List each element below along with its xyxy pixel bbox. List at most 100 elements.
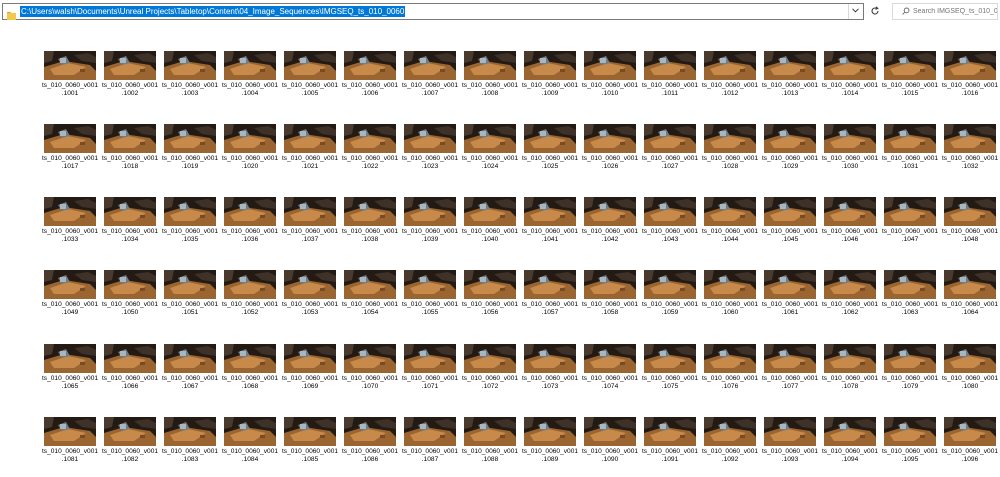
image-thumbnail[interactable] bbox=[824, 270, 876, 299]
file-item[interactable]: ts_010_0060_v001.1095 bbox=[882, 417, 938, 477]
image-thumbnail[interactable] bbox=[164, 417, 216, 446]
image-thumbnail[interactable] bbox=[284, 51, 336, 80]
file-item[interactable]: ts_010_0060_v001.1030 bbox=[822, 124, 878, 184]
file-item[interactable]: ts_010_0060_v001.1049 bbox=[42, 270, 98, 330]
file-item[interactable]: ts_010_0060_v001.1041 bbox=[522, 197, 578, 257]
file-item[interactable]: ts_010_0060_v001.1022 bbox=[342, 124, 398, 184]
file-item[interactable]: ts_010_0060_v001.1023 bbox=[402, 124, 458, 184]
image-thumbnail[interactable] bbox=[884, 124, 936, 153]
image-thumbnail[interactable] bbox=[524, 270, 576, 299]
image-thumbnail[interactable] bbox=[524, 124, 576, 153]
image-thumbnail[interactable] bbox=[944, 124, 996, 153]
address-dropdown-button[interactable] bbox=[848, 4, 863, 19]
file-item[interactable]: ts_010_0060_v001.1091 bbox=[642, 417, 698, 477]
image-thumbnail[interactable] bbox=[884, 51, 936, 80]
image-thumbnail[interactable] bbox=[704, 124, 756, 153]
file-item[interactable]: ts_010_0060_v001.1059 bbox=[642, 270, 698, 330]
image-thumbnail[interactable] bbox=[764, 51, 816, 80]
image-thumbnail[interactable] bbox=[824, 124, 876, 153]
image-thumbnail[interactable] bbox=[884, 344, 936, 373]
file-item[interactable]: ts_010_0060_v001.1074 bbox=[582, 344, 638, 404]
file-item[interactable]: ts_010_0060_v001.1018 bbox=[102, 124, 158, 184]
file-item[interactable]: ts_010_0060_v001.1084 bbox=[222, 417, 278, 477]
file-item[interactable]: ts_010_0060_v001.1065 bbox=[42, 344, 98, 404]
file-item[interactable]: ts_010_0060_v001.1086 bbox=[342, 417, 398, 477]
image-thumbnail[interactable] bbox=[824, 344, 876, 373]
image-thumbnail[interactable] bbox=[164, 197, 216, 226]
image-thumbnail[interactable] bbox=[824, 197, 876, 226]
file-item[interactable]: ts_010_0060_v001.1005 bbox=[282, 51, 338, 111]
file-item[interactable]: ts_010_0060_v001.1089 bbox=[522, 417, 578, 477]
file-item[interactable]: ts_010_0060_v001.1032 bbox=[942, 124, 998, 184]
file-item[interactable]: ts_010_0060_v001.1081 bbox=[42, 417, 98, 477]
file-item[interactable]: ts_010_0060_v001.1053 bbox=[282, 270, 338, 330]
image-thumbnail[interactable] bbox=[824, 417, 876, 446]
file-item[interactable]: ts_010_0060_v001.1092 bbox=[702, 417, 758, 477]
file-item[interactable]: ts_010_0060_v001.1058 bbox=[582, 270, 638, 330]
file-item[interactable]: ts_010_0060_v001.1038 bbox=[342, 197, 398, 257]
file-item[interactable]: ts_010_0060_v001.1016 bbox=[942, 51, 998, 111]
image-thumbnail[interactable] bbox=[704, 270, 756, 299]
file-item[interactable]: ts_010_0060_v001.1073 bbox=[522, 344, 578, 404]
image-thumbnail[interactable] bbox=[764, 344, 816, 373]
image-thumbnail[interactable] bbox=[44, 344, 96, 373]
file-item[interactable]: ts_010_0060_v001.1011 bbox=[642, 51, 698, 111]
image-thumbnail[interactable] bbox=[644, 344, 696, 373]
image-thumbnail[interactable] bbox=[644, 417, 696, 446]
image-thumbnail[interactable] bbox=[464, 417, 516, 446]
file-item[interactable]: ts_010_0060_v001.1001 bbox=[42, 51, 98, 111]
file-item[interactable]: ts_010_0060_v001.1004 bbox=[222, 51, 278, 111]
file-item[interactable]: ts_010_0060_v001.1060 bbox=[702, 270, 758, 330]
image-thumbnail[interactable] bbox=[164, 51, 216, 80]
file-item[interactable]: ts_010_0060_v001.1080 bbox=[942, 344, 998, 404]
file-item[interactable]: ts_010_0060_v001.1037 bbox=[282, 197, 338, 257]
address-path[interactable]: C:\Users\walsh\Documents\Unreal Projects… bbox=[20, 6, 406, 17]
file-item[interactable]: ts_010_0060_v001.1093 bbox=[762, 417, 818, 477]
file-item[interactable]: ts_010_0060_v001.1051 bbox=[162, 270, 218, 330]
file-item[interactable]: ts_010_0060_v001.1096 bbox=[942, 417, 998, 477]
image-thumbnail[interactable] bbox=[164, 344, 216, 373]
file-item[interactable]: ts_010_0060_v001.1008 bbox=[462, 51, 518, 111]
image-thumbnail[interactable] bbox=[404, 417, 456, 446]
image-thumbnail[interactable] bbox=[524, 417, 576, 446]
image-thumbnail[interactable] bbox=[224, 270, 276, 299]
file-item[interactable]: ts_010_0060_v001.1063 bbox=[882, 270, 938, 330]
search-box[interactable] bbox=[892, 3, 998, 20]
file-item[interactable]: ts_010_0060_v001.1055 bbox=[402, 270, 458, 330]
image-thumbnail[interactable] bbox=[584, 344, 636, 373]
file-item[interactable]: ts_010_0060_v001.1064 bbox=[942, 270, 998, 330]
image-thumbnail[interactable] bbox=[344, 417, 396, 446]
file-item[interactable]: ts_010_0060_v001.1076 bbox=[702, 344, 758, 404]
image-thumbnail[interactable] bbox=[944, 51, 996, 80]
file-item[interactable]: ts_010_0060_v001.1068 bbox=[222, 344, 278, 404]
image-thumbnail[interactable] bbox=[824, 51, 876, 80]
image-thumbnail[interactable] bbox=[644, 270, 696, 299]
file-item[interactable]: ts_010_0060_v001.1050 bbox=[102, 270, 158, 330]
file-item[interactable]: ts_010_0060_v001.1042 bbox=[582, 197, 638, 257]
file-item[interactable]: ts_010_0060_v001.1033 bbox=[42, 197, 98, 257]
image-thumbnail[interactable] bbox=[944, 270, 996, 299]
file-item[interactable]: ts_010_0060_v001.1069 bbox=[282, 344, 338, 404]
image-thumbnail[interactable] bbox=[464, 197, 516, 226]
file-item[interactable]: ts_010_0060_v001.1057 bbox=[522, 270, 578, 330]
image-thumbnail[interactable] bbox=[44, 124, 96, 153]
file-item[interactable]: ts_010_0060_v001.1012 bbox=[702, 51, 758, 111]
file-item[interactable]: ts_010_0060_v001.1090 bbox=[582, 417, 638, 477]
file-item[interactable]: ts_010_0060_v001.1034 bbox=[102, 197, 158, 257]
file-item[interactable]: ts_010_0060_v001.1077 bbox=[762, 344, 818, 404]
image-thumbnail[interactable] bbox=[224, 417, 276, 446]
image-thumbnail[interactable] bbox=[704, 197, 756, 226]
image-thumbnail[interactable] bbox=[344, 270, 396, 299]
image-thumbnail[interactable] bbox=[644, 197, 696, 226]
image-thumbnail[interactable] bbox=[224, 197, 276, 226]
image-thumbnail[interactable] bbox=[884, 197, 936, 226]
file-item[interactable]: ts_010_0060_v001.1007 bbox=[402, 51, 458, 111]
image-thumbnail[interactable] bbox=[104, 124, 156, 153]
file-item[interactable]: ts_010_0060_v001.1028 bbox=[702, 124, 758, 184]
file-item[interactable]: ts_010_0060_v001.1072 bbox=[462, 344, 518, 404]
image-thumbnail[interactable] bbox=[464, 344, 516, 373]
search-input[interactable] bbox=[913, 5, 997, 18]
image-thumbnail[interactable] bbox=[44, 417, 96, 446]
image-thumbnail[interactable] bbox=[464, 51, 516, 80]
image-thumbnail[interactable] bbox=[944, 417, 996, 446]
